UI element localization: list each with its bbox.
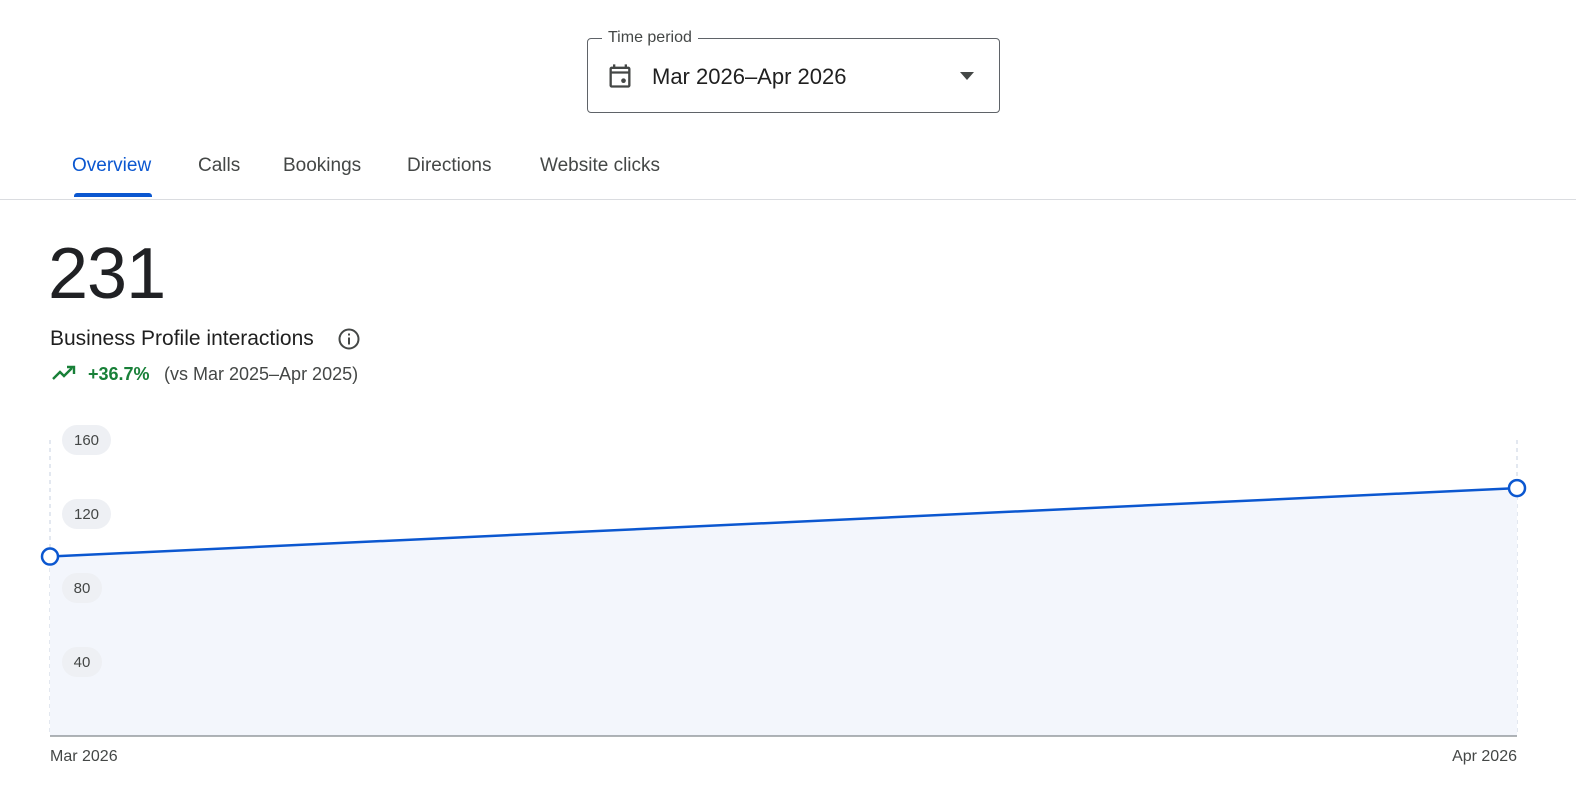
y-tick-label: 40 — [74, 654, 91, 671]
chevron-down-icon — [960, 72, 974, 80]
tab-website-clicks[interactable]: Website clicks — [540, 154, 660, 178]
active-tab-indicator — [74, 193, 152, 197]
tab-bar: Overview Calls Bookings Directions Websi… — [0, 142, 1576, 200]
chart-area — [50, 488, 1517, 736]
x-tick-label: Apr 2026 — [1452, 748, 1517, 765]
tab-directions[interactable]: Directions — [407, 154, 491, 178]
x-tick-label: Mar 2026 — [50, 748, 118, 765]
time-period-label: Time period — [602, 29, 698, 47]
time-period-value: Mar 2026–Apr 2026 — [652, 64, 847, 89]
tab-bookings[interactable]: Bookings — [283, 154, 361, 178]
info-icon[interactable] — [337, 327, 361, 351]
trending-up-icon — [52, 365, 76, 380]
interactions-count: 231 — [48, 234, 166, 314]
y-tick-label: 80 — [74, 580, 91, 597]
trend-comparison: (vs Mar 2025–Apr 2025) — [164, 364, 359, 384]
trend-change: +36.7% — [88, 364, 150, 384]
y-tick-label: 120 — [74, 506, 99, 523]
data-point — [1507, 478, 1527, 498]
data-point — [40, 547, 60, 566]
interactions-label: Business Profile interactions — [50, 327, 314, 350]
tab-calls[interactable]: Calls — [198, 154, 240, 178]
performance-page: Time period Mar 2026–Apr 2026 Overview C… — [0, 0, 1576, 805]
time-period-select[interactable]: Time period Mar 2026–Apr 2026 — [587, 29, 1000, 113]
interactions-chart: 40 80 120 160 Mar 2026 Apr 2026 — [40, 425, 1527, 765]
tab-overview[interactable]: Overview — [72, 154, 151, 178]
y-tick-label: 160 — [74, 432, 99, 449]
calendar-icon — [609, 64, 631, 88]
